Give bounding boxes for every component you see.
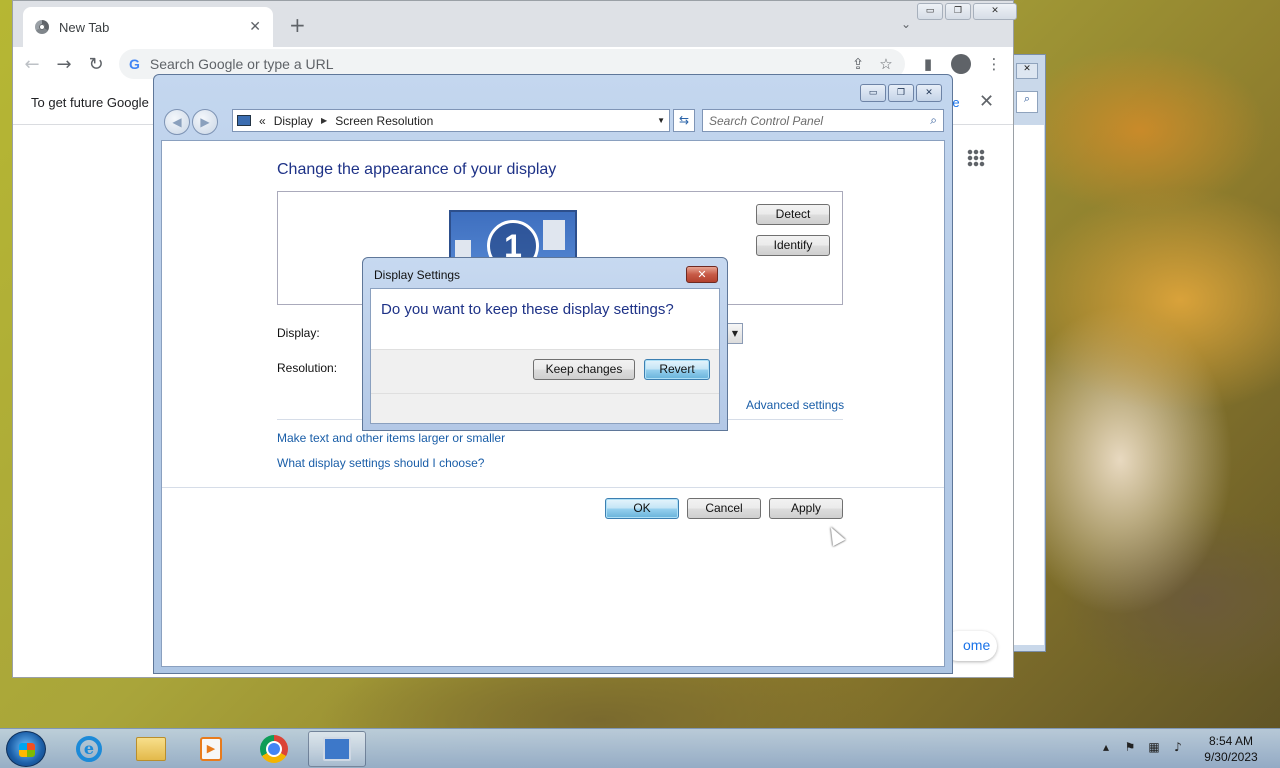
bookmark-star-icon[interactable]: ☆ <box>877 55 895 73</box>
google-apps-grid-icon[interactable] <box>967 149 985 167</box>
folder-icon <box>136 737 166 761</box>
address-dropdown-icon[interactable]: ▼ <box>657 116 665 125</box>
display-dropdown-arrow-icon[interactable]: ▼ <box>727 323 743 344</box>
side-panel-icon[interactable]: ▮ <box>919 55 937 73</box>
divider <box>371 393 719 394</box>
display-settings-dialog: Display Settings ✕ Do you want to keep t… <box>362 257 728 431</box>
omnibox-input[interactable] <box>149 56 839 72</box>
display-settings-help-link[interactable]: What display settings should I choose? <box>277 456 484 470</box>
taskbar-chrome[interactable] <box>245 731 303 767</box>
chrome-window-controls: ▭ ❐ ✕ <box>917 3 1017 20</box>
ok-button[interactable]: OK <box>605 498 679 519</box>
cp-search-input[interactable] <box>709 113 931 128</box>
identify-button[interactable]: Identify <box>756 235 830 256</box>
show-hidden-icons-icon[interactable]: ▴ <box>1098 739 1114 755</box>
action-center-flag-icon[interactable]: ⚑ <box>1122 739 1138 755</box>
resolution-label: Resolution: <box>277 361 338 375</box>
media-player-icon: ▶ <box>200 737 222 761</box>
google-g-icon: G <box>129 56 140 72</box>
keep-changes-button[interactable]: Keep changes <box>533 359 635 380</box>
chrome-favicon-icon <box>35 20 49 34</box>
cp-window-controls: ▭ ❐ ✕ <box>860 84 942 102</box>
clock[interactable]: 8:54 AM 9/30/2023 <box>1196 733 1266 765</box>
breadcrumb-screen-resolution[interactable]: Screen Resolution <box>335 114 433 128</box>
dialog-title: Display Settings <box>374 268 461 282</box>
forward-circle-icon[interactable]: ▶ <box>192 109 218 135</box>
refresh-icon[interactable]: ⇆ <box>673 109 695 132</box>
back-circle-icon[interactable]: ◀ <box>164 109 190 135</box>
system-tray: ▴ ⚑ ▦ ♪ <box>1098 739 1186 755</box>
minimize-icon[interactable]: ▭ <box>917 3 943 20</box>
tab-close-icon[interactable]: ✕ <box>249 19 261 35</box>
breadcrumb-display[interactable]: Display <box>274 114 313 128</box>
back-arrow-icon[interactable]: ← <box>23 54 41 75</box>
text-size-link[interactable]: Make text and other items larger or smal… <box>277 431 505 445</box>
revert-button[interactable]: Revert <box>644 359 710 380</box>
start-button[interactable] <box>6 731 46 767</box>
address-bar[interactable]: « Display ▶ Screen Resolution ▼ <box>232 109 670 132</box>
chrome-icon <box>260 735 288 763</box>
tab-strip: New Tab ✕ + ⌄ ▭ ❐ ✕ <box>13 1 1017 47</box>
cp-maximize-icon[interactable]: ❐ <box>888 84 914 102</box>
dialog-body: Do you want to keep these display settin… <box>370 288 720 424</box>
dialog-close-icon[interactable]: ✕ <box>686 266 718 283</box>
tab-title: New Tab <box>59 19 110 35</box>
apply-button[interactable]: Apply <box>769 498 843 519</box>
forward-arrow-icon[interactable]: → <box>55 54 73 75</box>
volume-muted-icon[interactable]: ♪ <box>1170 739 1186 755</box>
divider <box>162 487 944 488</box>
reload-icon[interactable]: ↻ <box>87 54 105 75</box>
dialog-question: Do you want to keep these display settin… <box>381 301 674 318</box>
tab-search-chevron-icon[interactable]: ⌄ <box>901 17 911 31</box>
close-icon[interactable]: ✕ <box>973 3 1017 20</box>
profile-avatar-icon[interactable] <box>951 54 971 74</box>
tab-new-tab[interactable]: New Tab ✕ <box>23 7 273 47</box>
maximize-icon[interactable]: ❐ <box>945 3 971 20</box>
dialog-footer: Keep changes Revert <box>371 349 719 423</box>
taskbar-windows-explorer[interactable] <box>122 731 180 767</box>
cp-minimize-icon[interactable]: ▭ <box>860 84 886 102</box>
infobar-close-icon[interactable]: ✕ <box>979 91 994 112</box>
breadcrumb-prefix[interactable]: « <box>259 114 266 128</box>
display-label: Display: <box>277 326 320 340</box>
clock-time: 8:54 AM <box>1208 734 1254 748</box>
share-icon[interactable]: ⇪ <box>849 55 867 73</box>
taskbar-control-panel[interactable] <box>308 731 366 767</box>
infobar-text: To get future Google <box>31 95 149 110</box>
background-search-icon[interactable]: ⌕ <box>1016 91 1038 113</box>
menu-kebab-icon[interactable]: ⋮ <box>985 55 1003 73</box>
internet-explorer-icon: e <box>76 736 102 762</box>
page-title: Change the appearance of your display <box>277 161 557 178</box>
taskbar: e ▶ ▴ ⚑ ▦ ♪ 8:54 AM 9/30/2023 <box>0 728 1280 768</box>
breadcrumb-separator-icon[interactable]: ▶ <box>321 116 327 125</box>
monitor-window-thumb <box>543 220 565 250</box>
clock-date: 9/30/2023 <box>1204 750 1258 764</box>
new-tab-plus-icon[interactable]: + <box>289 15 306 35</box>
control-panel-search[interactable]: ⌕ <box>702 109 944 132</box>
advanced-settings-link[interactable]: Advanced settings <box>746 398 844 412</box>
taskbar-media-player[interactable]: ▶ <box>182 731 240 767</box>
network-icon[interactable]: ▦ <box>1146 739 1162 755</box>
background-window-body <box>1014 125 1044 645</box>
cp-close-icon[interactable]: ✕ <box>916 84 942 102</box>
control-panel-icon <box>323 737 351 761</box>
background-window: ✕ ⌕ <box>1014 54 1046 652</box>
windows-flag-icon <box>19 743 35 757</box>
detect-button[interactable]: Detect <box>756 204 830 225</box>
taskbar-internet-explorer[interactable]: e <box>60 731 118 767</box>
cancel-button[interactable]: Cancel <box>687 498 761 519</box>
magnifier-icon[interactable]: ⌕ <box>930 113 937 128</box>
display-monitor-icon <box>237 115 251 126</box>
background-close-icon[interactable]: ✕ <box>1016 63 1038 79</box>
